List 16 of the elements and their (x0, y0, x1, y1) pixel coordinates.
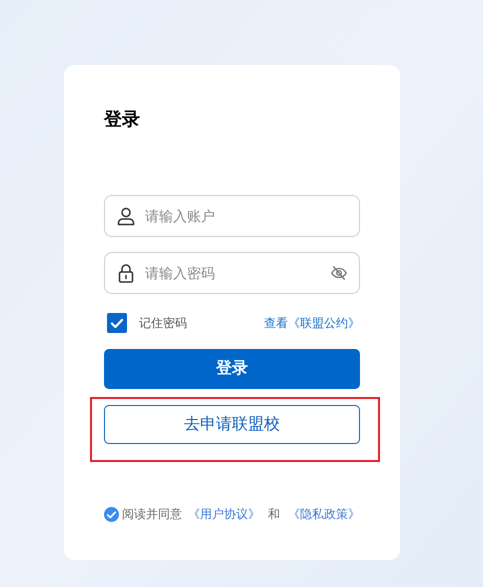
apply-button[interactable]: 去申请联盟校 (104, 405, 360, 444)
login-title: 登录 (104, 108, 141, 131)
login-button[interactable]: 登录 (104, 349, 360, 389)
and-text: 和 (268, 506, 280, 523)
password-field[interactable]: 请输入密码 (104, 252, 360, 294)
privacy-policy-link[interactable]: 《隐私政策》 (288, 505, 360, 523)
remember-label: 记住密码 (139, 315, 187, 332)
remember-checkbox[interactable] (107, 313, 127, 333)
account-field[interactable]: 请输入账户 (104, 195, 360, 237)
agree-checkbox[interactable] (104, 506, 119, 522)
hidden-eye-icon[interactable] (330, 264, 348, 282)
convention-link[interactable]: 查看《联盟公约》 (264, 314, 360, 332)
lock-icon (116, 263, 136, 283)
user-agreement-link[interactable]: 《用户协议》 (188, 505, 260, 523)
agree-text: 阅读并同意 (122, 506, 182, 523)
user-icon (116, 206, 136, 226)
